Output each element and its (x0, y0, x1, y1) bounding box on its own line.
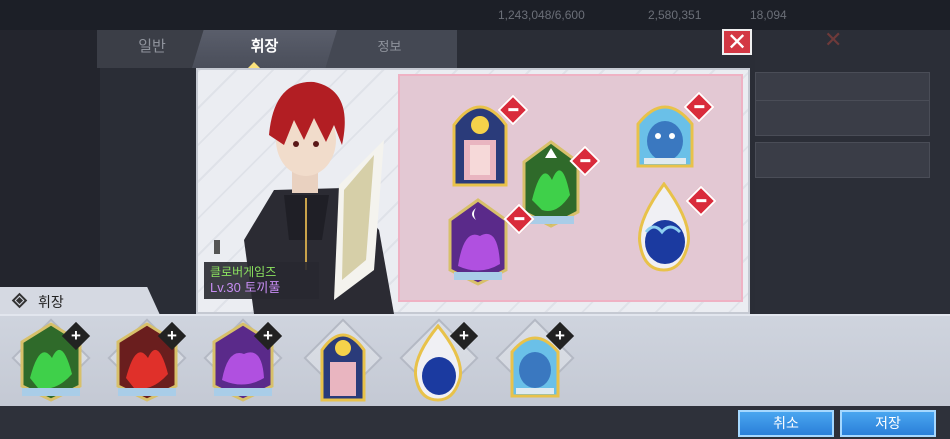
background-close-icon: ✕ (824, 27, 843, 52)
save-button[interactable]: 저장 (840, 410, 936, 437)
cancel-button[interactable]: 취소 (738, 410, 834, 437)
tab-bar: 일반 정보 휘장 (97, 30, 457, 68)
stained-glass-icon (320, 333, 366, 402)
add-emblem-icon[interactable]: + (61, 321, 91, 351)
inventory-emblem-blue-spirit[interactable]: + (490, 316, 580, 406)
diamond-icon (11, 292, 28, 309)
blue-wave-icon (638, 181, 690, 272)
add-emblem-icon[interactable]: + (253, 321, 283, 351)
background-row (755, 100, 930, 136)
close-icon: ✕ (726, 29, 748, 56)
close-button[interactable]: ✕ (722, 29, 752, 55)
inventory-title: 휘장 (38, 294, 64, 310)
inventory-emblem-purple-moon[interactable]: + (198, 316, 288, 406)
inventory-emblem-stained-glass[interactable] (298, 316, 388, 406)
hud-bar: 1,243,048/6,600 2,580,351 18,094 (0, 0, 950, 30)
tab-info[interactable]: 정보 (322, 30, 457, 68)
tab-emblem[interactable]: 휘장 (192, 30, 337, 68)
background-menu (0, 30, 100, 320)
emblem-inventory: + + + + + (0, 314, 950, 406)
inventory-emblem-red-dragon[interactable]: + (102, 316, 192, 406)
gold-counter: 1,243,048/6,600 (498, 8, 585, 22)
add-emblem-icon[interactable]: + (157, 321, 187, 351)
placed-emblem-blue-wave[interactable] (634, 181, 717, 279)
stamina-counter: 18,094 (750, 8, 787, 22)
guild-name: 클로버게임즈 (210, 265, 277, 279)
inventory-header: 휘장 (0, 287, 160, 315)
add-emblem-icon[interactable]: + (449, 321, 479, 351)
character-nameplate: 클로버게임즈 Lv.30 토끼풀 (204, 262, 319, 299)
add-emblem-icon[interactable]: + (545, 321, 575, 351)
background-panel (755, 30, 950, 320)
background-row (755, 142, 930, 178)
gem-counter: 2,580,351 (648, 8, 702, 22)
purple-moon-icon (448, 198, 508, 286)
tab-general[interactable]: 일반 (97, 30, 207, 68)
placed-emblem-blue-spirit[interactable] (634, 91, 715, 173)
placed-emblem-stained-glass[interactable] (450, 94, 529, 192)
character-level: Lv.30 토끼풀 (210, 280, 281, 295)
placed-emblem-purple-moon[interactable] (446, 198, 535, 293)
inventory-emblem-green-dragon[interactable]: + (6, 316, 96, 406)
inventory-emblem-blue-wave[interactable]: + (394, 316, 484, 406)
